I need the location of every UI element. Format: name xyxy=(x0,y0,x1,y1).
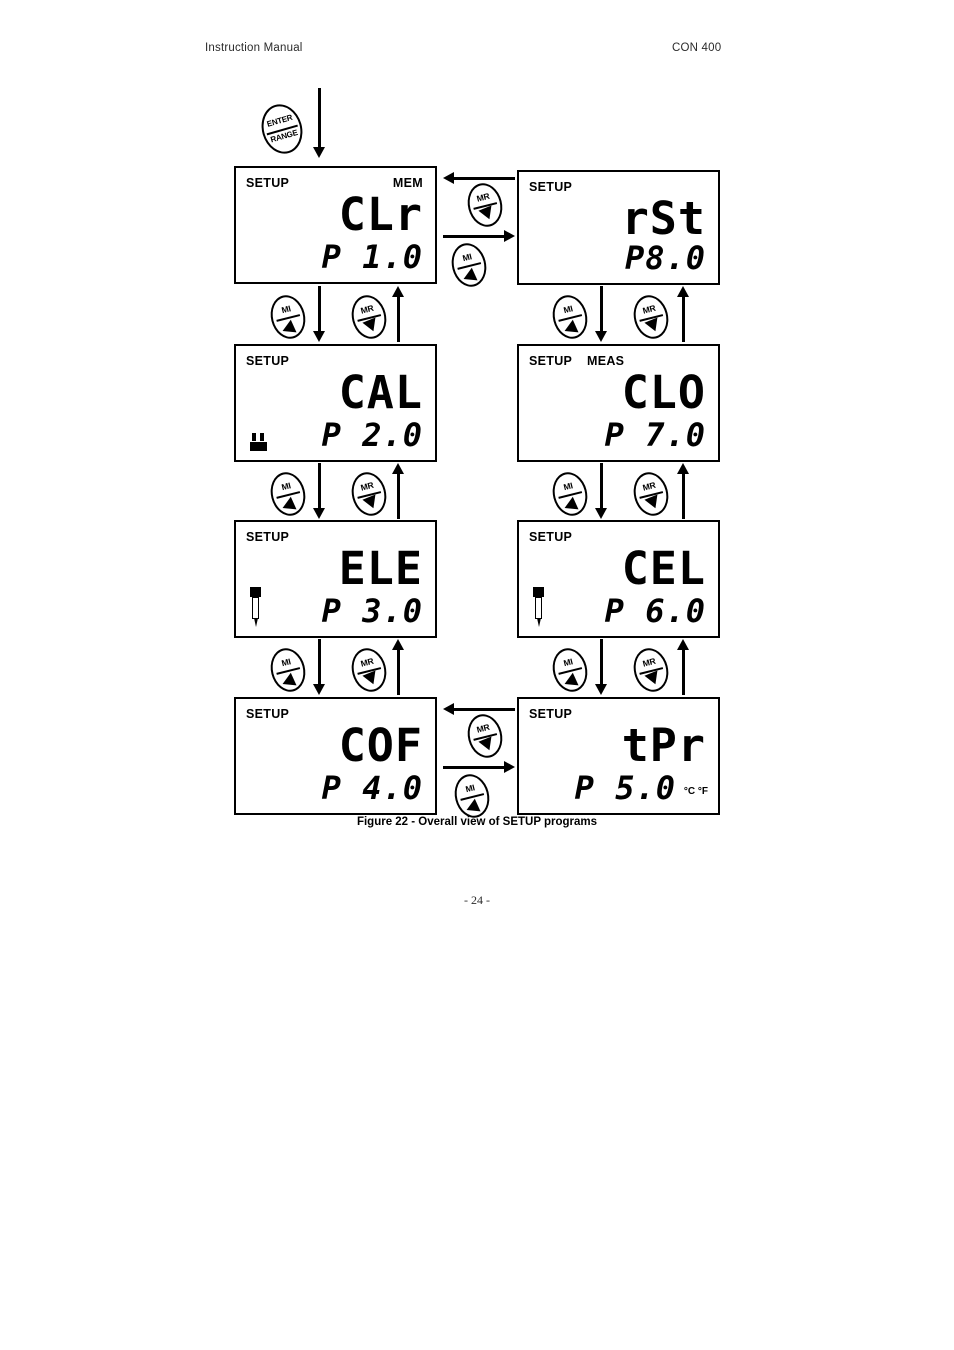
annunciator-setup: SETUP xyxy=(529,530,573,544)
lcd-program-text: P 4.0 xyxy=(321,769,423,807)
annunciator-setup: SETUP xyxy=(246,354,290,368)
lcd-display-rst: SETUP rSt P8.0 xyxy=(517,170,720,285)
triangle-up-icon xyxy=(564,496,580,510)
triangle-up-icon xyxy=(282,672,298,686)
key-mi-right-r1r2[interactable]: MI xyxy=(548,291,592,343)
key-mr-bottom-middle[interactable]: MR xyxy=(463,710,507,762)
key-mr-right-r2r3[interactable]: MR xyxy=(629,468,673,520)
triangle-up-icon xyxy=(466,798,482,812)
triangle-up-icon xyxy=(463,267,479,281)
key-mr-left-r3r4[interactable]: MR xyxy=(347,644,391,696)
arrow-clr-to-rst xyxy=(443,230,515,243)
key-mi-right-r3r4[interactable]: MI xyxy=(548,644,592,696)
lcd-display-cof: SETUP COF P 4.0 xyxy=(234,697,437,815)
page-number: - 24 - xyxy=(464,893,490,907)
arrow-ele-to-cal xyxy=(392,463,405,519)
key-mr-right-r1r2[interactable]: MR xyxy=(629,291,673,343)
key-mr-left-r1r2[interactable]: MR xyxy=(347,291,391,343)
arrow-clo-to-rst xyxy=(677,286,690,342)
lcd-display-clr: SETUP MEM CLr P 1.0 xyxy=(234,166,437,284)
annunciator-setup: SETUP xyxy=(529,354,573,368)
annunciator-setup: SETUP xyxy=(529,707,573,721)
lcd-program-text: P 3.0 xyxy=(321,592,423,630)
arrow-cal-to-ele xyxy=(313,463,326,519)
lcd-main-text: CLO xyxy=(621,366,706,419)
key-mr-left-r2r3[interactable]: MR xyxy=(347,468,391,520)
lcd-main-text: CAL xyxy=(338,366,423,419)
lcd-main-text: CEL xyxy=(621,542,706,595)
key-mi-left-r3r4[interactable]: MI xyxy=(266,644,310,696)
annunciator-setup: SETUP xyxy=(529,180,573,194)
lcd-main-text: rSt xyxy=(621,192,706,245)
key-mi-bottom-middle[interactable]: MI xyxy=(450,770,494,822)
manual-page: Instruction Manual CON 400 ENTER RANGE S… xyxy=(0,0,954,1350)
annunciator-setup: SETUP xyxy=(246,707,290,721)
lcd-main-text: tPr xyxy=(621,719,706,772)
lcd-main-text: CLr xyxy=(338,188,423,241)
key-mi-left-r2r3[interactable]: MI xyxy=(266,468,310,520)
arrow-cel-to-clo xyxy=(677,463,690,519)
probe-icon xyxy=(250,587,261,627)
triangle-up-icon xyxy=(282,319,298,333)
key-mi-right-r2r3[interactable]: MI xyxy=(548,468,592,520)
entry-arrow xyxy=(313,88,326,158)
figure-caption: Figure 22 - Overall view of SETUP progra… xyxy=(356,816,598,828)
arrow-rst-to-clo xyxy=(595,286,608,342)
key-mr-top-middle[interactable]: MR xyxy=(463,179,507,231)
arrow-cel-to-tpr xyxy=(595,639,608,695)
lcd-main-text: COF xyxy=(338,719,423,772)
arrow-ele-to-cof xyxy=(313,639,326,695)
lcd-display-tpr: SETUP tPr P 5.0 °C °F xyxy=(517,697,720,815)
arrow-clo-to-cel xyxy=(595,463,608,519)
header-left-text: Instruction Manual xyxy=(205,42,303,54)
lcd-display-clo: SETUP MEAS CLO P 7.0 xyxy=(517,344,720,462)
lcd-display-ele: SETUP ELE P 3.0 xyxy=(234,520,437,638)
arrow-cof-to-ele xyxy=(392,639,405,695)
temperature-unit-annunciator: °C °F xyxy=(683,786,708,797)
lcd-program-text: P 7.0 xyxy=(604,416,706,454)
lcd-display-cel: SETUP CEL P 6.0 xyxy=(517,520,720,638)
key-mr-right-r3r4[interactable]: MR xyxy=(629,644,673,696)
header-right-text: CON 400 xyxy=(672,42,722,54)
annunciator-meas: MEAS xyxy=(587,354,625,368)
triangle-up-icon xyxy=(564,319,580,333)
lcd-display-cal: SETUP CAL P 2.0 xyxy=(234,344,437,462)
lcd-main-text: ELE xyxy=(338,542,423,595)
lcd-program-text: P 1.0 xyxy=(321,238,423,276)
lcd-program-text: P 5.0 xyxy=(574,769,676,807)
arrow-clr-to-cal xyxy=(313,286,326,342)
lcd-program-text: P 2.0 xyxy=(321,416,423,454)
lcd-program-text: P8.0 xyxy=(624,239,706,277)
lcd-program-text: P 6.0 xyxy=(604,592,706,630)
probe-icon xyxy=(533,587,544,627)
key-mi-left-r1r2[interactable]: MI xyxy=(266,291,310,343)
triangle-up-icon xyxy=(564,672,580,686)
arrow-tpr-to-cel xyxy=(677,639,690,695)
triangle-up-icon xyxy=(282,496,298,510)
arrow-cof-to-tpr xyxy=(443,761,515,774)
annunciator-setup: SETUP xyxy=(246,530,290,544)
enter-range-key[interactable]: ENTER RANGE xyxy=(255,99,309,159)
arrow-cal-to-clr xyxy=(392,286,405,342)
beaker-icon xyxy=(250,433,267,451)
key-mi-top-middle[interactable]: MI xyxy=(447,239,491,291)
annunciator-setup: SETUP xyxy=(246,176,290,190)
